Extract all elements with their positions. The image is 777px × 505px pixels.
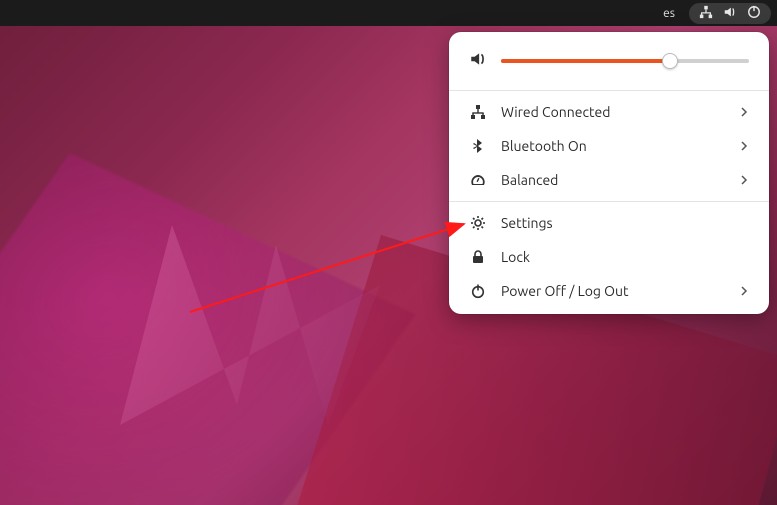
speedometer-icon [469, 171, 487, 189]
chevron-right-icon [739, 283, 749, 299]
chevron-right-icon [739, 172, 749, 188]
volume-slider-fill [501, 59, 670, 63]
system-menu-popup: Wired Connected Bluetooth On Balanced Se… [449, 32, 769, 314]
menu-item-label: Balanced [501, 172, 739, 188]
speaker-icon [469, 50, 501, 72]
keyboard-language-indicator[interactable]: es [663, 7, 675, 20]
volume-slider[interactable] [501, 59, 749, 63]
gear-icon [469, 214, 487, 232]
top-bar: es [0, 0, 777, 26]
power-icon [469, 282, 487, 300]
power-icon [747, 5, 761, 22]
lock-icon [469, 248, 487, 266]
menu-item-bluetooth[interactable]: Bluetooth On [449, 129, 769, 163]
menu-item-label: Bluetooth On [501, 138, 739, 154]
menu-item-settings[interactable]: Settings [449, 206, 769, 240]
menu-separator [449, 90, 769, 91]
network-icon [699, 5, 713, 22]
chevron-right-icon [739, 104, 749, 120]
wired-network-icon [469, 103, 487, 121]
menu-item-label: Power Off / Log Out [501, 283, 739, 299]
system-status-area[interactable] [689, 3, 771, 24]
menu-item-poweroff[interactable]: Power Off / Log Out [449, 274, 769, 308]
menu-item-power-mode[interactable]: Balanced [449, 163, 769, 197]
menu-item-label: Wired Connected [501, 104, 739, 120]
volume-slider-thumb[interactable] [662, 53, 678, 69]
bluetooth-icon [469, 137, 487, 155]
volume-icon [723, 5, 737, 22]
menu-separator [449, 201, 769, 202]
chevron-right-icon [739, 138, 749, 154]
menu-item-label: Lock [501, 249, 749, 265]
menu-item-label: Settings [501, 215, 749, 231]
volume-row [449, 38, 769, 86]
menu-item-wired[interactable]: Wired Connected [449, 95, 769, 129]
menu-item-lock[interactable]: Lock [449, 240, 769, 274]
